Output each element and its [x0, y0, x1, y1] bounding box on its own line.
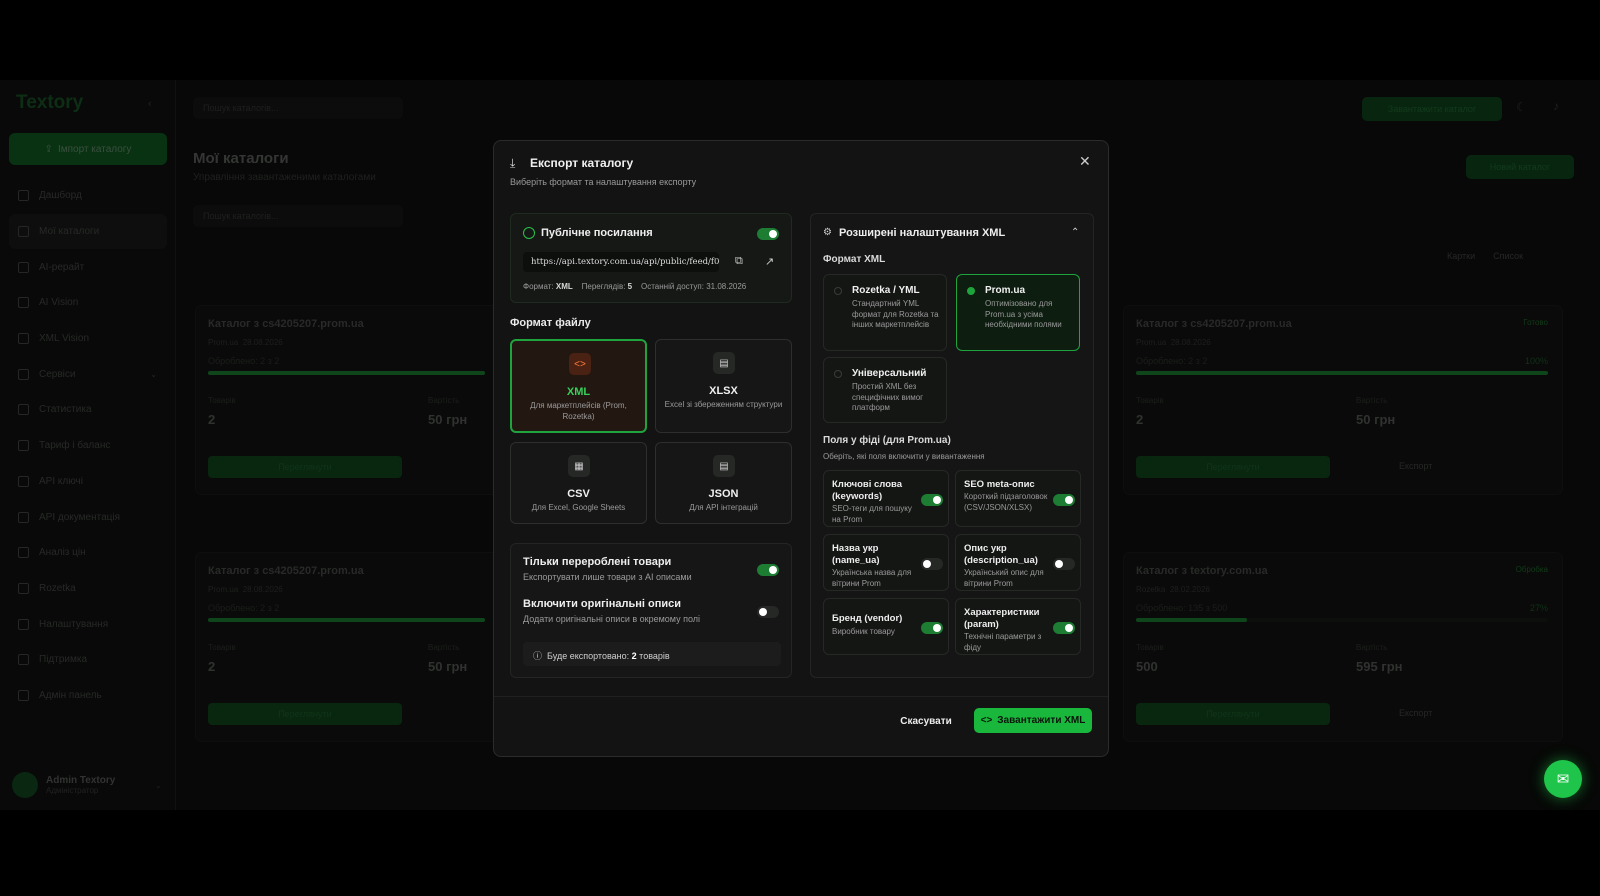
field-keywords-toggle[interactable]	[921, 494, 943, 506]
field-keywords[interactable]: Ключові слова (keywords) SEO-теги для по…	[823, 470, 949, 527]
radio-icon	[834, 370, 842, 378]
field-vendor-toggle[interactable]	[921, 622, 943, 634]
format-option-json[interactable]: ▤ JSON Для API інтеграцій	[655, 442, 792, 524]
radio-icon	[967, 287, 975, 295]
file-icon: ▤	[713, 455, 735, 477]
modal-footer-divider	[494, 696, 1108, 697]
export-count-info: ⓘ Буде експортовано: 2 товарів	[523, 642, 781, 666]
export-modal: ⤓ Експорт каталогу Виберіть формат та на…	[493, 140, 1109, 757]
public-link-panel: Публічне посилання https://api.textory.c…	[510, 213, 792, 303]
download-icon: ⤓	[510, 156, 516, 170]
code-icon: <>	[980, 715, 993, 726]
advanced-title[interactable]: Розширені налаштування XML	[839, 227, 1005, 239]
fields-subtitle: Оберіть, які поля включити у вивантаженн…	[823, 452, 985, 461]
file-icon: ▤	[713, 352, 735, 374]
chevron-up-icon[interactable]: ⌃	[1071, 227, 1079, 238]
public-link-url[interactable]: https://api.textory.com.ua/api/public/fe…	[523, 252, 719, 272]
field-seo-meta-toggle[interactable]	[1053, 494, 1075, 506]
field-param-toggle[interactable]	[1053, 622, 1075, 634]
modal-subtitle: Виберіть формат та налаштування експорту	[510, 177, 697, 187]
modal-title: Експорт каталогу	[530, 156, 634, 170]
xml-format-rozetka[interactable]: Rozetka / YML Стандартний YML формат для…	[823, 274, 947, 351]
radio-icon	[834, 287, 842, 295]
table-icon: ▦	[568, 455, 590, 477]
close-icon[interactable]: ✕	[1079, 153, 1091, 170]
field-name-ua-toggle[interactable]	[921, 558, 943, 570]
format-option-xml[interactable]: <> XML Для маркетплейсів (Prom, Rozetka)	[510, 339, 647, 433]
export-options: Тільки перероблені товари Експортувати л…	[510, 543, 792, 678]
public-link-title: Публічне посилання	[541, 227, 653, 239]
only-processed-desc: Експортувати лише товари з AI описами	[523, 572, 692, 582]
include-original-title: Включити оригінальні описи	[523, 598, 682, 610]
xml-format-prom[interactable]: Prom.ua Оптимізовано для Prom.ua з усіма…	[956, 274, 1080, 351]
public-link-toggle[interactable]	[757, 228, 779, 240]
external-link-icon[interactable]: ↗	[765, 255, 774, 268]
field-description-ua-toggle[interactable]	[1053, 558, 1075, 570]
field-name-ua[interactable]: Назва укр (name_ua) Українська назва для…	[823, 534, 949, 591]
xml-format-label: Формат XML	[823, 254, 886, 265]
format-option-csv[interactable]: ▦ CSV Для Excel, Google Sheets	[510, 442, 647, 524]
field-seo-meta[interactable]: SEO meta-опис Короткий підзаголовок (CSV…	[955, 470, 1081, 527]
download-xml-button[interactable]: <> Завантажити XML	[974, 708, 1092, 733]
public-link-meta: Формат: XML Переглядів: 5 Останній досту…	[523, 282, 747, 291]
format-option-xlsx[interactable]: ▤ XLSX Excel зі збереженням структури	[655, 339, 792, 433]
field-description-ua[interactable]: Опис укр (description_ua) Український оп…	[955, 534, 1081, 591]
only-processed-toggle[interactable]	[757, 564, 779, 576]
cancel-button[interactable]: Скасувати	[890, 709, 962, 733]
include-original-toggle[interactable]	[757, 606, 779, 618]
copy-icon[interactable]: ⧉	[735, 255, 743, 268]
sliders-icon: ⚙	[823, 227, 832, 238]
only-processed-title: Тільки перероблені товари	[523, 556, 672, 568]
chat-icon[interactable]: ✉	[1544, 760, 1582, 798]
advanced-xml-panel: ⚙ Розширені налаштування XML ⌃ Формат XM…	[810, 213, 1094, 678]
info-icon: ⓘ	[533, 651, 543, 661]
xml-format-universal[interactable]: Універсальний Простий XML без специфічни…	[823, 357, 947, 423]
globe-icon	[523, 227, 535, 239]
include-original-desc: Додати оригінальні описи в окремому полі	[523, 614, 701, 624]
fields-label: Поля у фіді (для Prom.ua)	[823, 435, 951, 446]
file-format-label: Формат файлу	[510, 317, 591, 329]
field-vendor[interactable]: Бренд (vendor) Виробник товару	[823, 598, 949, 655]
code-icon: <>	[569, 353, 591, 375]
field-param[interactable]: Характеристики (param) Технічні параметр…	[955, 598, 1081, 655]
